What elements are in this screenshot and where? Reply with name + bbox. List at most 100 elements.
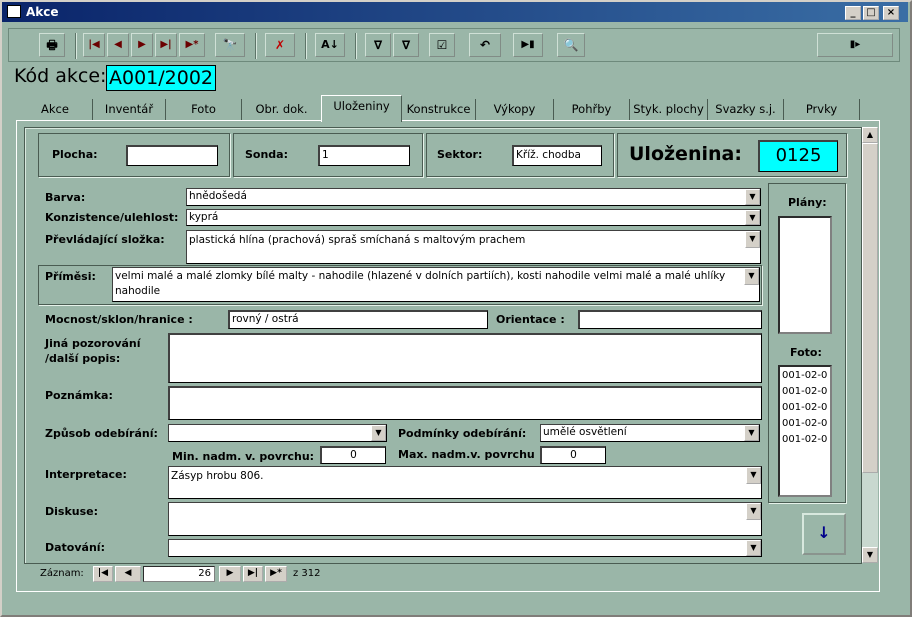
scroll-up-icon[interactable]: ▲: [862, 127, 878, 143]
prevladajici-combo[interactable]: plastická hlína (prachová) spraš smíchan…: [186, 230, 761, 264]
sonda-input[interactable]: 1: [318, 145, 410, 166]
zpusob-combo[interactable]: ▼: [168, 424, 387, 442]
sort-button[interactable]: A↓: [315, 33, 345, 57]
nav-first-button[interactable]: |◀: [93, 566, 113, 582]
podminky-combo[interactable]: umělé osvětlení ▼: [540, 424, 760, 442]
print-button[interactable]: 🖶: [39, 33, 65, 57]
tab-obr-dok[interactable]: Obr. dok.: [242, 99, 322, 120]
toolbar-separator: [75, 33, 77, 59]
checkbox-button[interactable]: ☑: [429, 33, 455, 57]
tab-akce[interactable]: Akce: [18, 99, 93, 120]
poznamka-input[interactable]: [168, 386, 762, 420]
chevron-down-icon[interactable]: ▼: [745, 189, 760, 205]
primesi-combo[interactable]: velmi malé a malé zlomky bílé malty - na…: [112, 267, 760, 302]
barva-value: hnědošedá: [189, 190, 247, 202]
konzistence-label: Konzistence/ulehlost:: [45, 211, 179, 224]
chevron-down-icon[interactable]: ▼: [745, 210, 760, 225]
chevron-down-icon[interactable]: ▼: [744, 268, 759, 285]
orientace-input[interactable]: [578, 310, 762, 329]
window-title: Akce: [26, 5, 59, 19]
minimize-button[interactable]: _: [845, 6, 861, 20]
filter-button[interactable]: ∇: [393, 33, 419, 57]
nav-next-button[interactable]: ▶: [219, 566, 241, 582]
tab-styk-plochy[interactable]: Styk. plochy: [630, 99, 708, 120]
ulozenina-label: Uloženina:: [629, 143, 742, 165]
sektor-input[interactable]: Kříž. chodba: [512, 145, 602, 166]
interpretace-value: Zásyp hrobu 806.: [171, 470, 264, 482]
record-number-input[interactable]: 26: [143, 566, 215, 582]
scroll-down-icon[interactable]: ▼: [862, 547, 878, 563]
chevron-down-icon[interactable]: ▼: [745, 231, 760, 248]
toolbar-separator: [305, 33, 307, 59]
tab-vykopy[interactable]: Výkopy: [476, 99, 554, 120]
go-button[interactable]: ▶▮: [513, 33, 543, 57]
find-button[interactable]: 🔭: [215, 33, 245, 57]
plany-list[interactable]: [778, 216, 832, 334]
close-button[interactable]: ×: [883, 6, 899, 20]
next-record-button[interactable]: ▶: [131, 33, 153, 57]
tab-prvky[interactable]: Prvky: [784, 99, 860, 120]
tab-foto[interactable]: Foto: [166, 99, 242, 120]
list-item[interactable]: 001-02-0: [782, 432, 830, 448]
sonda-label: Sonda:: [245, 148, 289, 161]
chevron-down-icon[interactable]: ▼: [746, 503, 761, 520]
record-label: Záznam:: [40, 568, 84, 579]
form-icon: [7, 5, 21, 18]
title-bar: Akce _ □ ×: [2, 2, 908, 22]
interpretace-combo[interactable]: Zásyp hrobu 806. ▼: [168, 466, 762, 499]
tab-pohrby[interactable]: Pohřby: [554, 99, 630, 120]
konzistence-value: kyprá: [189, 211, 219, 223]
primesi-label: Příměsi:: [45, 270, 96, 283]
filter-by-form-button[interactable]: ∇: [365, 33, 391, 57]
jina-pozorovani-input[interactable]: [168, 333, 762, 383]
zoom-button[interactable]: 🔍: [557, 33, 585, 57]
first-record-button[interactable]: |◀: [83, 33, 105, 57]
ulozenina-input[interactable]: 0125: [758, 140, 838, 172]
poznamka-label: Poznámka:: [45, 389, 113, 402]
datovani-combo[interactable]: ▼: [168, 539, 762, 557]
nav-last-button[interactable]: ▶|: [243, 566, 263, 582]
max-nadm-label: Max. nadm.v. povrchu: [398, 448, 535, 461]
nav-prev-button[interactable]: ◀: [115, 566, 141, 582]
delete-record-button[interactable]: ✗: [265, 33, 295, 57]
chevron-down-icon[interactable]: ▼: [746, 540, 761, 556]
new-record-button[interactable]: ▶*: [179, 33, 205, 57]
max-nadm-input[interactable]: 0: [540, 446, 606, 464]
barva-combo[interactable]: hnědošedá ▼: [186, 188, 761, 206]
datovani-label: Datování:: [45, 541, 105, 554]
diskuse-combo[interactable]: ▼: [168, 502, 762, 536]
maximize-button[interactable]: □: [863, 6, 879, 20]
list-item[interactable]: 001-02-0: [782, 368, 830, 384]
undo-button[interactable]: ↶: [469, 33, 501, 57]
tab-inventar[interactable]: Inventář: [93, 99, 166, 120]
tab-ulozeniny[interactable]: Uloženiny: [321, 95, 402, 122]
chevron-down-icon[interactable]: ▼: [744, 425, 759, 441]
plany-label: Plány:: [788, 196, 827, 209]
plocha-input[interactable]: [126, 145, 218, 166]
nav-new-button[interactable]: ▶*: [265, 566, 287, 582]
toolbar-separator: [355, 33, 357, 59]
list-item[interactable]: 001-02-0: [782, 400, 830, 416]
diskuse-label: Diskuse:: [45, 505, 99, 518]
konzistence-combo[interactable]: kyprá ▼: [186, 209, 761, 226]
plocha-label: Plocha:: [52, 148, 98, 161]
scroll-thumb[interactable]: [862, 143, 878, 473]
chevron-down-icon[interactable]: ▼: [371, 425, 386, 441]
vertical-scrollbar[interactable]: ▲ ▼: [862, 127, 878, 563]
tab-svazky[interactable]: Svazky s.j.: [708, 99, 784, 120]
list-item[interactable]: 001-02-0: [782, 416, 830, 432]
last-record-button[interactable]: ▶|: [155, 33, 177, 57]
kod-akce-field[interactable]: A001/2002: [106, 65, 216, 91]
foto-list[interactable]: 001-02-0 001-02-0 001-02-0 001-02-0 001-…: [778, 365, 832, 497]
toolbar-separator: [255, 33, 257, 59]
sektor-label: Sektor:: [437, 148, 483, 161]
list-item[interactable]: 001-02-0: [782, 384, 830, 400]
exit-button[interactable]: ▮▸: [817, 33, 893, 57]
previous-record-button[interactable]: ◀: [107, 33, 129, 57]
mocnost-label: Mocnost/sklon/hranice :: [45, 313, 193, 326]
arrow-down-button[interactable]: ↓: [802, 513, 846, 555]
mocnost-input[interactable]: rovný / ostrá: [228, 310, 488, 329]
min-nadm-input[interactable]: 0: [320, 446, 386, 464]
tab-konstrukce[interactable]: Konstrukce: [402, 99, 476, 120]
chevron-down-icon[interactable]: ▼: [746, 467, 761, 484]
